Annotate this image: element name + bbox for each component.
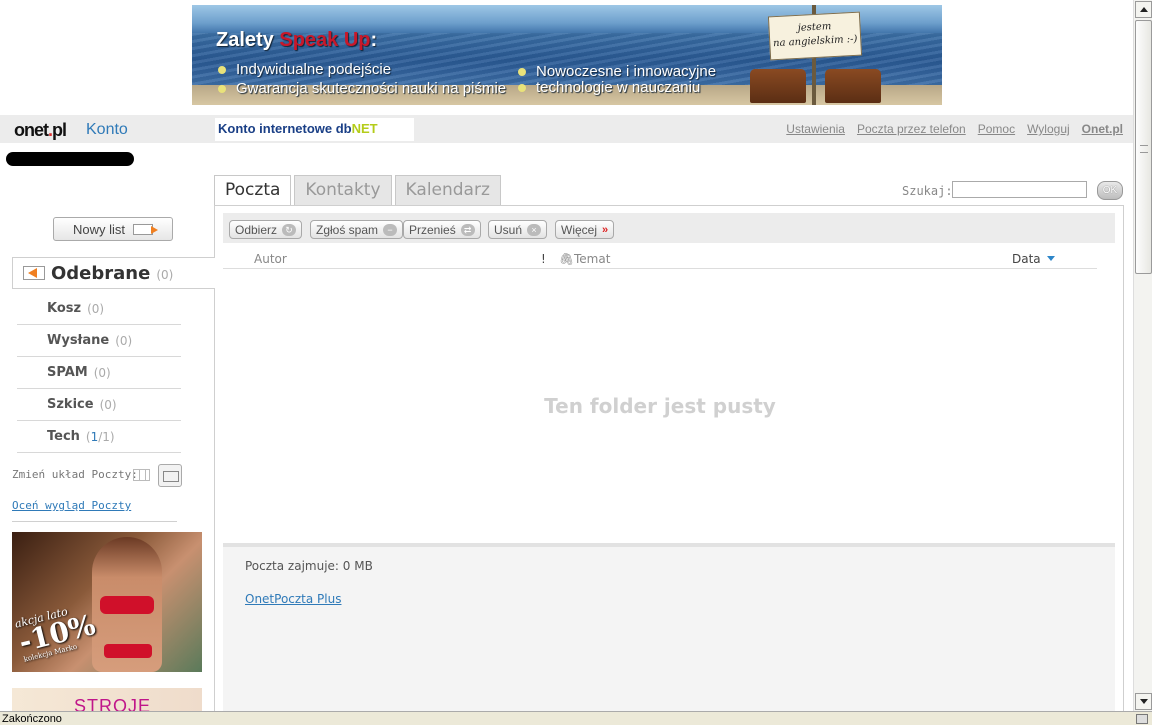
paperclip-icon: 🖇 [559,252,575,266]
status-text: Zakończono [2,713,62,725]
more-button[interactable]: Więcej » [555,220,615,239]
banner-bullet: Indywidualne podejście [217,61,392,78]
folder-inbox[interactable]: Odebrane (0) [12,257,215,289]
empty-folder-message: Ten folder jest pusty [544,394,776,418]
double-chevron-icon: » [602,224,609,236]
search-input[interactable] [952,181,1087,198]
folder-name: SPAM [47,365,88,380]
search-label: Szukaj: [902,184,953,198]
mailbox-quota: Poczta zajmuje: 0 MB [245,559,373,573]
new-mail-button[interactable]: Nowy list [53,217,173,241]
onetpoczta-plus-link[interactable]: OnetPoczta Plus [245,592,342,606]
layout-label: Zmień układ Poczty: [12,468,138,481]
tab-mail[interactable]: Poczta [214,175,292,206]
banner-bullet: Gwarancja skuteczności nauki na piśmie [217,80,507,97]
move-icon: ⇄ [460,224,475,236]
folder-count: (0) [99,397,117,412]
new-mail-label: Nowy list [72,221,125,237]
inbox-envelope-icon [23,266,45,280]
move-button[interactable]: Przenieś ⇄ [403,220,481,239]
refresh-icon: ↻ [282,224,297,236]
folder-trash[interactable]: Kosz (0) [17,293,181,325]
scroll-down-arrow-icon[interactable] [1135,693,1152,710]
tab-contacts[interactable]: Kontakty [294,175,392,205]
folder-count: (0) [93,365,111,380]
folder-count: (1/1) [85,429,115,444]
mail-footer: Poczta zajmuje: 0 MB OnetPoczta Plus [223,543,1115,725]
move-label: Przenieś [409,223,456,237]
folder-name: Odebrane [51,262,151,284]
swimwear-ad[interactable]: akcja lato -10% kolekcja Marko [12,532,202,672]
folder-count: (0) [156,268,174,282]
ad-swimsuit-top [100,596,154,614]
phone-mail-link[interactable]: Poczta przez telefon [857,122,966,136]
banner-bullet-cont: technologie w nauczaniu [517,79,701,96]
column-date[interactable]: Data [1012,252,1055,266]
folder-spam[interactable]: SPAM (0) [17,357,181,389]
rate-design-link[interactable]: Oceń wygląd Poczty [12,499,131,512]
deck-chair [825,69,881,103]
folder-name: Tech [47,429,80,444]
delete-label: Usuń [494,223,523,237]
banner-title: Zalety Speak Up: [216,29,378,51]
receive-button[interactable]: Odbierz ↻ [229,220,303,239]
onet-logo[interactable]: onet.pl [14,120,67,141]
column-author[interactable]: Autor [254,252,287,266]
layout-preview-icon[interactable] [158,464,182,487]
message-list-header: Autor ! 🖇 Temat Data [223,250,1097,269]
column-priority[interactable]: ! [541,252,546,266]
receive-label: Odbierz [235,223,278,237]
folder-name: Wysłane [47,333,110,348]
folder-tech[interactable]: Tech (1/1) [17,421,181,453]
report-spam-button[interactable]: Zgłoś spam − [310,220,404,239]
ad-swimsuit-bottom [104,644,152,658]
folder-name: Kosz [47,301,82,316]
banner-bullet: Nowoczesne i innowacyjne [517,63,717,80]
scroll-thumb[interactable] [1135,20,1152,274]
status-bar: Zakończono [0,711,1152,725]
logout-link[interactable]: Wyloguj [1027,122,1070,136]
envelope-arrow-icon [133,223,158,235]
network-status-icon [1136,714,1148,724]
scroll-up-arrow-icon[interactable] [1135,1,1152,18]
dbnet-banner[interactable]: Konto internetowe dbNET [215,118,414,141]
mail-panel: Odbierz ↻ Zgłoś spam − Przenieś ⇄ Usuń × Wię… [214,205,1124,725]
spam-label: Zgłoś spam [316,223,379,237]
settings-link[interactable]: Ustawienia [786,122,845,136]
folder-sent[interactable]: Wysłane (0) [17,325,181,357]
column-subject[interactable]: Temat [574,252,610,266]
layout-columns-icon[interactable] [133,469,150,481]
delete-button[interactable]: Usuń × [488,220,548,239]
top-bar: onet.pl Konto Konto internetowe dbNET Us… [0,115,1133,143]
folder-count: (0) [115,333,133,348]
help-link[interactable]: Pomoc [978,122,1015,136]
page: Zalety Speak Up: Indywidualne podejście … [0,0,1152,725]
search-ok-button[interactable]: OK [1097,181,1123,200]
deck-chair [750,69,806,103]
folder-count: (0) [87,301,105,316]
onet-link[interactable]: Onet.pl [1082,122,1123,136]
divider [12,521,177,522]
top-links: Ustawienia Poczta przez telefon Pomoc Wy… [786,122,1123,136]
folder-list: Kosz (0) Wysłane (0) SPAM (0) Szkice (0) Tec… [17,293,181,453]
ad-banner[interactable]: Zalety Speak Up: Indywidualne podejście … [192,5,942,105]
tab-calendar[interactable]: Kalendarz [394,175,501,205]
minus-circle-icon: − [383,224,398,236]
mail-toolbar: Odbierz ↻ Zgłoś spam − Przenieś ⇄ Usuń × Wię… [223,213,1115,243]
banner-sign: jestem na angielskim :-) [767,11,863,61]
folder-drafts[interactable]: Szkice (0) [17,389,181,421]
tab-bar: Poczta Kontakty Kalendarz [214,175,501,206]
more-label: Więcej [561,223,598,237]
close-circle-icon: × [527,224,542,236]
konto-label: Konto [86,121,128,138]
redacted-username [6,152,134,166]
folder-name: Szkice [47,397,94,412]
ad-promo-text: akcja lato -10% kolekcja Marko [13,604,99,664]
vertical-scrollbar[interactable] [1133,0,1152,711]
